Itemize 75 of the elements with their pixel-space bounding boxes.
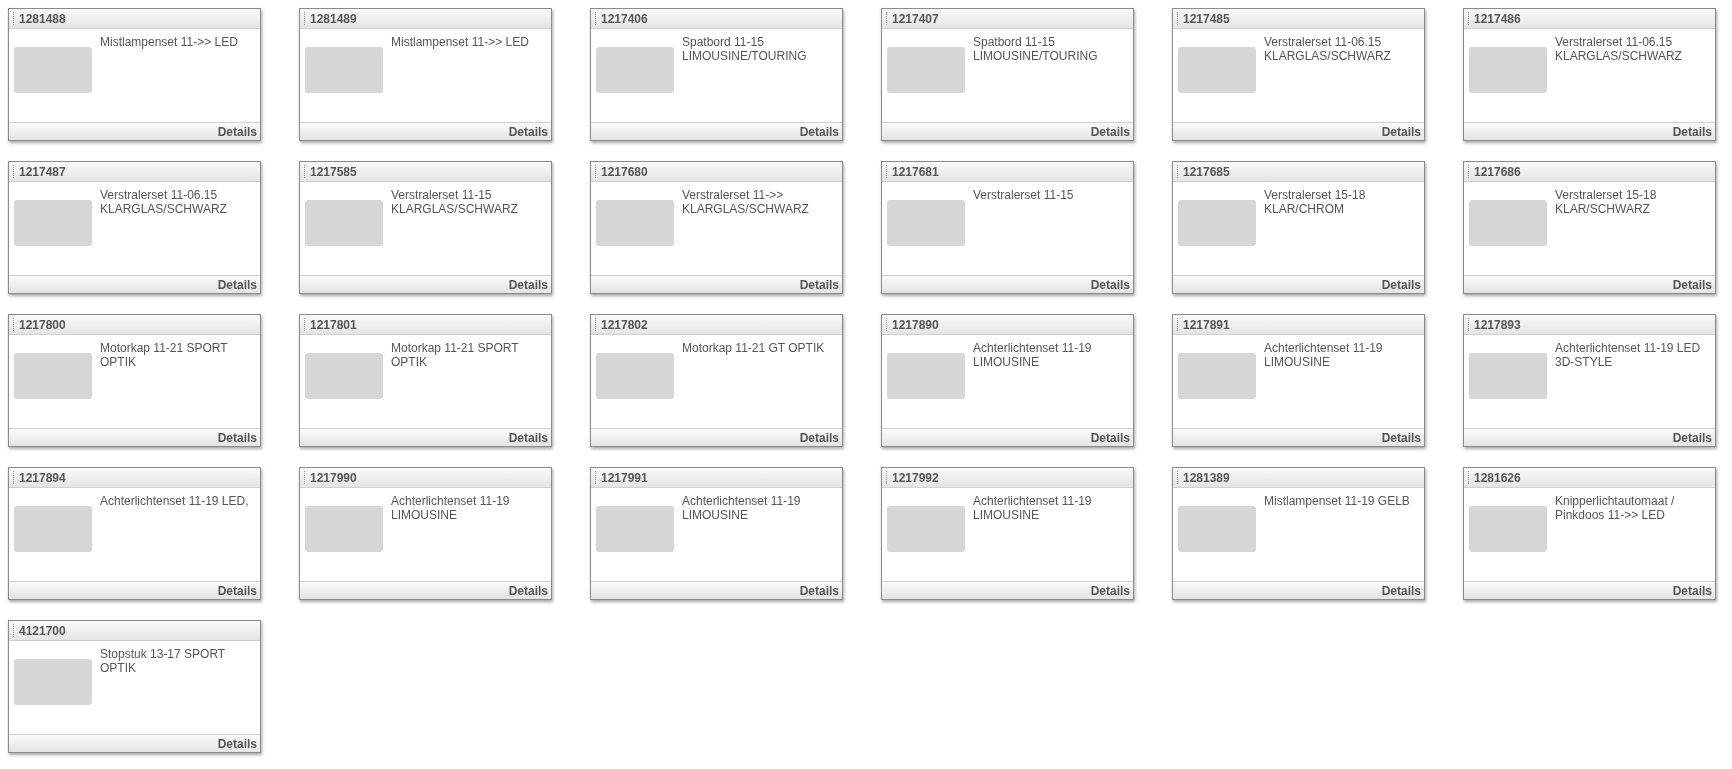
details-link[interactable]: Details bbox=[1090, 583, 1130, 598]
details-link[interactable]: Details bbox=[508, 583, 548, 598]
details-link[interactable]: Details bbox=[1090, 277, 1130, 292]
details-link[interactable]: Details bbox=[799, 583, 839, 598]
product-number: 1217801 bbox=[310, 317, 357, 332]
product-title: Motorkap 11-21 SPORT OPTIK bbox=[391, 341, 520, 371]
product-title: Achterlichtenset 11-19 LED, bbox=[100, 494, 250, 510]
product-title: Verstralerset 11-15 KLARGLAS/SCHWARZ bbox=[391, 188, 519, 218]
product-number: 1217992 bbox=[892, 470, 939, 485]
product-number: 1281389 bbox=[1183, 470, 1230, 485]
product-title: Verstralerset 11-06.15 KLARGLAS/SCHWARZ bbox=[100, 188, 228, 218]
product-title: Mistlampenset 11->> LED bbox=[100, 35, 239, 51]
details-link[interactable]: Details bbox=[1672, 430, 1712, 445]
product-title: Achterlichtenset 11-19 LIMOUSINE bbox=[973, 494, 1093, 524]
product-number: 1217894 bbox=[19, 470, 66, 485]
product-number: 1217990 bbox=[310, 470, 357, 485]
product-number: 1217893 bbox=[1474, 317, 1521, 332]
details-link[interactable]: Details bbox=[799, 277, 839, 292]
details-link[interactable]: Details bbox=[1381, 124, 1421, 139]
product-number: 1217585 bbox=[310, 164, 357, 179]
product-title: Motorkap 11-21 SPORT OPTIK bbox=[100, 341, 229, 371]
product-title: Achterlichtenset 11-19 LIMOUSINE bbox=[391, 494, 511, 524]
details-link[interactable]: Details bbox=[1381, 583, 1421, 598]
product-title: Mistlampenset 11->> LED bbox=[391, 35, 530, 51]
details-link[interactable]: Details bbox=[217, 583, 257, 598]
details-link[interactable]: Details bbox=[1381, 277, 1421, 292]
product-title: Knipperlichtautomaat / Pinkdoos 11->> LED bbox=[1555, 494, 1676, 524]
product-title: Verstralerset 11->> KLARGLAS/SCHWARZ bbox=[682, 188, 810, 218]
details-link[interactable]: Details bbox=[217, 430, 257, 445]
product-title: Motorkap 11-21 GT OPTIK bbox=[682, 341, 826, 357]
product-number: 1217685 bbox=[1183, 164, 1230, 179]
details-link[interactable]: Details bbox=[1672, 277, 1712, 292]
product-title: Verstralerset 11-15 bbox=[973, 188, 1075, 204]
product-title: Mistlampenset 11-19 GELB bbox=[1264, 494, 1411, 510]
product-number: 1217680 bbox=[601, 164, 648, 179]
details-link[interactable]: Details bbox=[799, 124, 839, 139]
details-link[interactable]: Details bbox=[1381, 430, 1421, 445]
product-number: 1217890 bbox=[892, 317, 939, 332]
product-title: Verstralerset 15-18 KLAR/CHROM bbox=[1264, 188, 1367, 218]
product-title: Spatbord 11-15 LIMOUSINE/TOURING bbox=[973, 35, 1099, 65]
product-number: 4121700 bbox=[19, 623, 66, 638]
product-number: 1281489 bbox=[310, 11, 357, 26]
details-link[interactable]: Details bbox=[799, 430, 839, 445]
details-link[interactable]: Details bbox=[1672, 124, 1712, 139]
details-link[interactable]: Details bbox=[1090, 124, 1130, 139]
product-number: 1217486 bbox=[1474, 11, 1521, 26]
details-link[interactable]: Details bbox=[1090, 430, 1130, 445]
product-number: 1217407 bbox=[892, 11, 939, 26]
product-number: 1217681 bbox=[892, 164, 939, 179]
product-title: Verstralerset 11-06.15 KLARGLAS/SCHWARZ bbox=[1555, 35, 1683, 65]
product-number: 1281626 bbox=[1474, 470, 1521, 485]
product-number: 1217686 bbox=[1474, 164, 1521, 179]
product-number: 1217991 bbox=[601, 470, 648, 485]
product-title: Achterlichtenset 11-19 LIMOUSINE bbox=[682, 494, 802, 524]
product-number: 1217406 bbox=[601, 11, 648, 26]
details-link[interactable]: Details bbox=[508, 277, 548, 292]
product-number: 1217487 bbox=[19, 164, 66, 179]
product-title: Achterlichtenset 11-19 LIMOUSINE bbox=[973, 341, 1093, 371]
product-number: 1217802 bbox=[601, 317, 648, 332]
product-title: Achterlichtenset 11-19 LED 3D-STYLE bbox=[1555, 341, 1702, 371]
product-title: Spatbord 11-15 LIMOUSINE/TOURING bbox=[682, 35, 808, 65]
details-link[interactable]: Details bbox=[217, 124, 257, 139]
product-number: 1217485 bbox=[1183, 11, 1230, 26]
details-link[interactable]: Details bbox=[1672, 583, 1712, 598]
details-link[interactable]: Details bbox=[508, 430, 548, 445]
product-number: 1217800 bbox=[19, 317, 66, 332]
details-link[interactable]: Details bbox=[508, 124, 548, 139]
product-title: Achterlichtenset 11-19 LIMOUSINE bbox=[1264, 341, 1384, 371]
product-number: 1217891 bbox=[1183, 317, 1230, 332]
details-link[interactable]: Details bbox=[217, 736, 257, 751]
product-title: Verstralerset 11-06.15 KLARGLAS/SCHWARZ bbox=[1264, 35, 1392, 65]
product-title: Stopstuk 13-17 SPORT OPTIK bbox=[100, 647, 226, 677]
product-number: 1281488 bbox=[19, 11, 66, 26]
details-link[interactable]: Details bbox=[217, 277, 257, 292]
product-title: Verstralerset 15-18 KLAR/SCHWARZ bbox=[1555, 188, 1658, 218]
